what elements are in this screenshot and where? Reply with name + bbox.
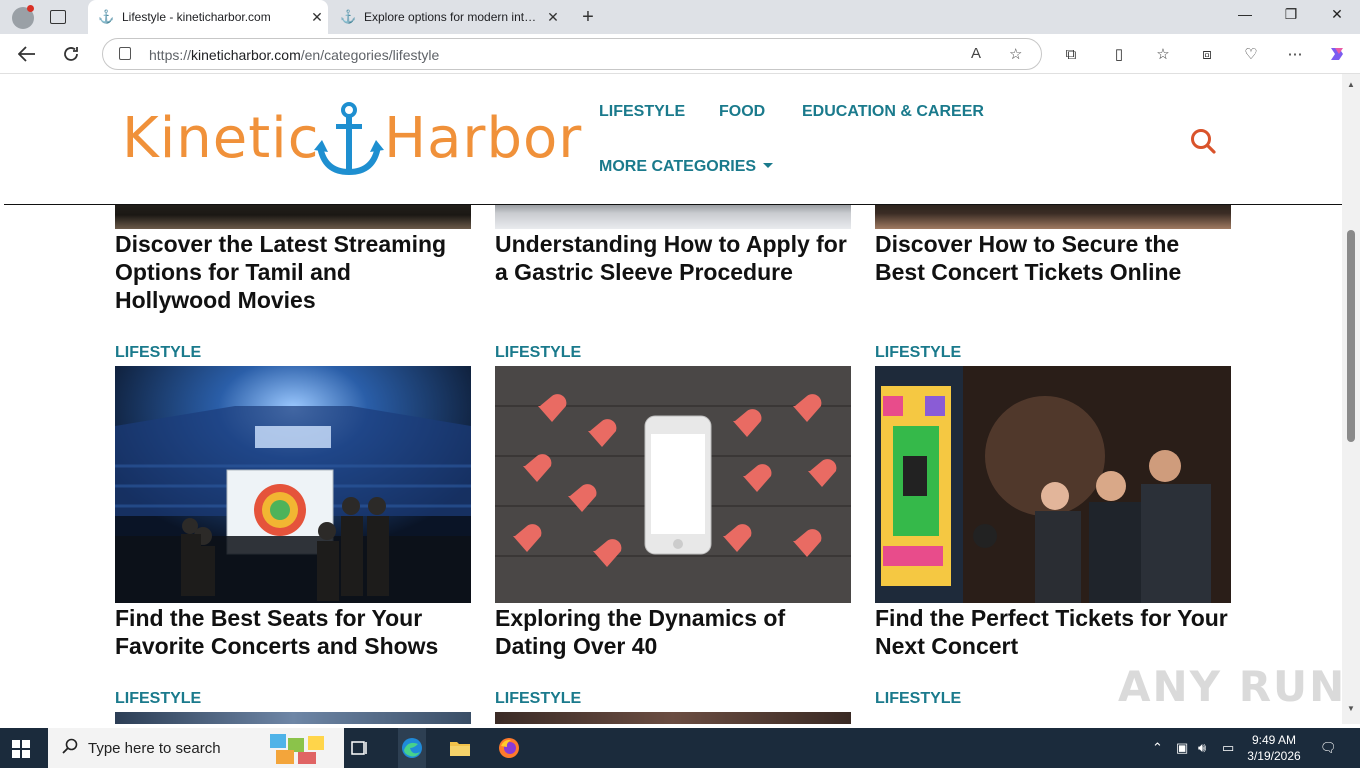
file-explorer-icon[interactable]: [448, 736, 472, 760]
new-tab-plus-icon[interactable]: +: [578, 6, 598, 28]
article-card[interactable]: Understanding How to Apply for a Gastric…: [495, 194, 851, 286]
article-card[interactable]: LIFESTYLE: [495, 690, 851, 724]
article-image-phone-hearts[interactable]: [495, 366, 851, 603]
nav-more-categories[interactable]: MORE CATEGORIES: [599, 158, 774, 176]
nav-lifestyle[interactable]: LIFESTYLE: [599, 103, 685, 121]
address-bar[interactable]: https://kineticharbor.com/en/categories/…: [102, 38, 1042, 70]
search-icon: [62, 738, 78, 759]
category-label[interactable]: LIFESTYLE: [495, 344, 851, 366]
category-label[interactable]: LIFESTYLE: [115, 690, 471, 712]
browser-toolbar: https://kineticharbor.com/en/categories/…: [0, 34, 1360, 74]
article-title[interactable]: Exploring the Dynamics of Dating Over 40: [495, 604, 851, 660]
article-image-ticket-screen[interactable]: [875, 366, 1231, 603]
logo-text-right: Harbor: [384, 106, 583, 171]
article-title[interactable]: Find the Perfect Tickets for Your Next C…: [875, 604, 1231, 660]
category-label[interactable]: LIFESTYLE: [495, 690, 851, 712]
clock-time: 9:49 AM: [1251, 733, 1297, 747]
show-hidden-icons-icon[interactable]: ⌃: [1152, 740, 1163, 756]
site-header: Kinetic Harbor LIFESTYLE FOOD EDUCATION …: [4, 74, 1342, 205]
favorites-icon[interactable]: ☆: [1152, 43, 1174, 65]
anchor-favicon-icon: ⚓: [98, 9, 115, 24]
puzzle-news-icon: [270, 734, 324, 764]
firefox-icon[interactable]: [497, 736, 521, 760]
page-scrollbar[interactable]: ▲ ▼: [1342, 74, 1360, 724]
article-image-concert-arena[interactable]: [115, 366, 471, 603]
split-screen-icon[interactable]: ▯: [1108, 43, 1130, 65]
lock-icon[interactable]: [119, 47, 131, 60]
clock-date: 3/19/2026: [1247, 749, 1301, 763]
article-title[interactable]: Discover How to Secure the Best Concert …: [875, 230, 1231, 286]
browser-tab-bar: ⚓ Lifestyle - kineticharbor.com ✕ ⚓ Expl…: [0, 0, 1360, 34]
article-title[interactable]: Discover the Latest Streaming Options fo…: [115, 230, 471, 314]
article-image[interactable]: [115, 712, 471, 724]
copilot-icon[interactable]: [1326, 43, 1348, 65]
category-label[interactable]: LIFESTYLE: [875, 344, 1231, 366]
article-card[interactable]: Discover the Latest Streaming Options fo…: [115, 194, 471, 314]
anyrun-watermark: ANY RUN: [1118, 662, 1347, 711]
close-tab-icon[interactable]: ✕: [306, 9, 328, 26]
refresh-icon[interactable]: [60, 43, 82, 65]
notification-dot: [27, 5, 34, 12]
restore-icon[interactable]: ❐: [1276, 6, 1306, 23]
meet-now-icon[interactable]: ▣: [1176, 740, 1188, 756]
task-view-icon[interactable]: [348, 736, 372, 760]
close-tab-icon[interactable]: ✕: [542, 9, 564, 26]
favorite-star-icon[interactable]: ☆: [1009, 45, 1022, 63]
dropdown-caret-icon: [763, 163, 774, 168]
search-placeholder: Type here to search: [88, 739, 221, 757]
url-text[interactable]: https://kineticharbor.com/en/categories/…: [149, 47, 439, 63]
kineticharbor-logo[interactable]: Kinetic Harbor: [122, 102, 587, 178]
system-clock[interactable]: 9:49 AM 3/19/2026: [1240, 732, 1308, 764]
article-title[interactable]: Understanding How to Apply for a Gastric…: [495, 230, 851, 286]
article-card[interactable]: LIFESTYLE: [115, 344, 471, 660]
back-arrow-icon[interactable]: [16, 43, 38, 65]
nav-education-career[interactable]: EDUCATION & CAREER: [802, 103, 984, 121]
scroll-up-arrow-icon[interactable]: ▲: [1347, 80, 1355, 89]
article-card[interactable]: Discover How to Secure the Best Concert …: [875, 194, 1231, 286]
read-aloud-icon[interactable]: A: [971, 45, 981, 62]
collections-icon[interactable]: ⧈: [1196, 43, 1218, 65]
tab-lifestyle[interactable]: ⚓ Lifestyle - kineticharbor.com ✕: [88, 0, 328, 34]
category-label[interactable]: LIFESTYLE: [115, 344, 471, 366]
logo-text-left: Kinetic: [122, 106, 320, 171]
tab-actions-icon[interactable]: [50, 10, 66, 24]
taskbar-search-box[interactable]: Type here to search: [48, 728, 344, 768]
notifications-icon[interactable]: 🗨︎: [1320, 740, 1337, 756]
scroll-down-arrow-icon[interactable]: ▼: [1347, 704, 1355, 713]
nav-food[interactable]: FOOD: [719, 103, 765, 121]
edge-taskbar-icon[interactable]: [398, 728, 426, 768]
article-card[interactable]: LIFESTYLE: [115, 690, 471, 724]
volume-icon[interactable]: 🔊︎: [1198, 740, 1206, 756]
search-icon[interactable]: [1190, 128, 1216, 154]
tab-title: Lifestyle - kineticharbor.com: [122, 10, 271, 24]
windows-taskbar: Type here to search ⌃ ▣ 🔊︎ ▭ 9:49 AM 3/1…: [0, 728, 1360, 768]
anchor-icon: [314, 102, 384, 176]
extensions-icon[interactable]: ⧉: [1060, 43, 1082, 65]
windows-start-icon[interactable]: [12, 740, 30, 758]
scrollbar-thumb[interactable]: [1347, 230, 1355, 442]
more-menu-icon[interactable]: ⋯: [1284, 43, 1306, 65]
browser-essentials-icon[interactable]: ♡: [1240, 43, 1262, 65]
article-title[interactable]: Find the Best Seats for Your Favorite Co…: [115, 604, 471, 660]
anchor-favicon-icon: ⚓: [340, 9, 357, 24]
article-image[interactable]: [495, 712, 851, 724]
network-icon[interactable]: ▭: [1222, 740, 1234, 756]
tab-interior[interactable]: ⚓ Explore options for modern interior ✕: [330, 0, 564, 34]
minimize-icon[interactable]: —: [1230, 6, 1260, 22]
close-window-icon[interactable]: ✕: [1322, 6, 1352, 23]
article-card[interactable]: LIFESTYLE: [495, 344, 851, 660]
page-viewport: Discover the Latest Streaming Options fo…: [4, 74, 1342, 724]
article-card[interactable]: LIFESTYLE Find the Perfect Tickets for Y…: [875, 344, 1231, 660]
tab-title: Explore options for modern interior: [364, 10, 542, 24]
